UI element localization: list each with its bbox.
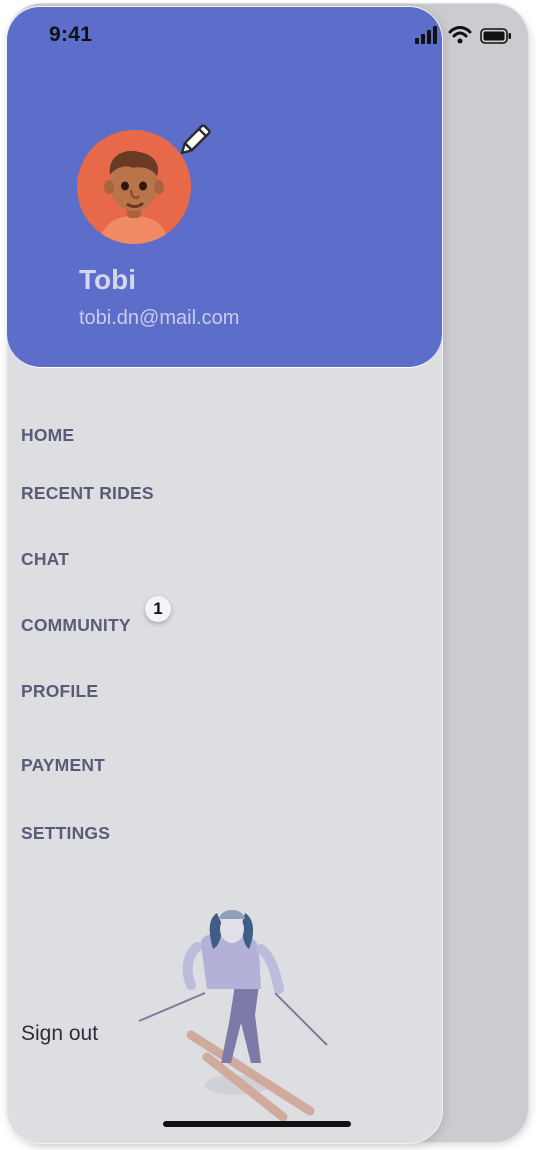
community-notification-badge: 1 xyxy=(145,596,171,622)
signal-icon xyxy=(415,26,437,44)
status-icons xyxy=(414,26,512,44)
menu-item-chat[interactable]: CHAT xyxy=(21,549,69,570)
skier-illustration xyxy=(135,905,345,1125)
sign-out-button[interactable]: Sign out xyxy=(21,1022,98,1046)
menu-item-settings[interactable]: SETTINGS xyxy=(21,823,110,844)
menu-item-home[interactable]: HOME xyxy=(21,425,74,446)
menu-item-community[interactable]: COMMUNITY xyxy=(21,615,131,636)
wifi-icon xyxy=(448,26,472,44)
status-time: 9:41 xyxy=(49,23,93,46)
battery-icon xyxy=(480,28,511,44)
menu-item-recent-rides[interactable]: RECENT RIDES xyxy=(21,483,154,504)
menu-item-profile[interactable]: PROFILE xyxy=(21,681,98,702)
user-email: tobi.dn@mail.com xyxy=(79,307,240,329)
app-screen: 9:41 Tobi tobi.dn@mail.com HOME RECENT R… xyxy=(0,0,536,1150)
menu-item-payment[interactable]: PAYMENT xyxy=(21,755,105,776)
navigation-drawer: 9:41 Tobi tobi.dn@mail.com HOME RECENT R… xyxy=(6,6,443,1144)
home-indicator xyxy=(163,1121,351,1127)
skier-icon xyxy=(138,910,328,1122)
profile-header: 9:41 Tobi tobi.dn@mail.com xyxy=(7,7,442,368)
pencil-icon xyxy=(180,124,211,155)
user-name: Tobi xyxy=(79,264,137,295)
edit-profile-button[interactable] xyxy=(173,121,215,161)
